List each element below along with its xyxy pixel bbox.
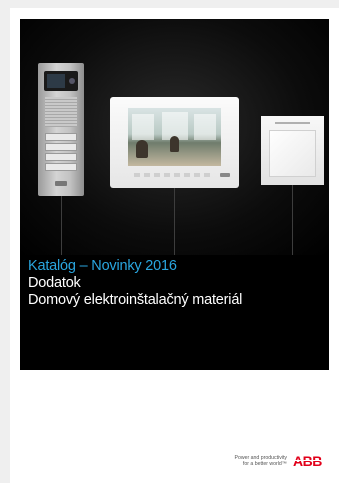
cover-black-panel: Katalóg – Novinky 2016 Dodatok Domový el… bbox=[20, 19, 329, 370]
tagline-line-2: for a better world™ bbox=[242, 460, 287, 467]
product-photo bbox=[20, 19, 329, 255]
camera-icon bbox=[44, 71, 78, 91]
monitor-stand bbox=[174, 188, 175, 255]
door-station-stand bbox=[61, 196, 62, 255]
catalog-subtitle: Dodatok bbox=[28, 275, 81, 291]
speaker-grille bbox=[45, 97, 77, 127]
door-station-image bbox=[38, 63, 84, 196]
door-station-logo bbox=[55, 181, 67, 186]
monitor-logo bbox=[220, 173, 230, 177]
call-buttons bbox=[45, 133, 77, 173]
indoor-monitor-image bbox=[110, 97, 239, 188]
tagline-line-1: Power and productivity bbox=[234, 454, 287, 461]
catalog-cover-page: Katalóg – Novinky 2016 Dodatok Domový el… bbox=[10, 8, 339, 483]
switch-rocker bbox=[269, 130, 316, 177]
catalog-title: Katalóg – Novinky 2016 bbox=[28, 258, 177, 274]
abb-logo-icon: ABB bbox=[293, 454, 329, 467]
monitor-touch-bar bbox=[134, 173, 214, 177]
switch-stand bbox=[292, 185, 293, 255]
switch-image bbox=[261, 116, 324, 185]
footer: Power and productivity for a better worl… bbox=[235, 454, 329, 467]
cover-text: Katalóg – Novinky 2016 Dodatok Domový el… bbox=[28, 258, 242, 309]
catalog-description: Domový elektroinštalačný materiál bbox=[28, 292, 243, 308]
tagline: Power and productivity for a better worl… bbox=[235, 455, 287, 467]
monitor-screen bbox=[128, 108, 221, 166]
